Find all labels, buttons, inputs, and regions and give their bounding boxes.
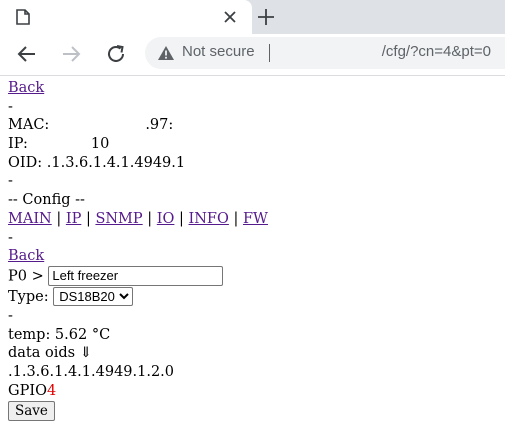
back-link[interactable]: Back bbox=[8, 248, 44, 264]
ip-row: IP: 10 bbox=[8, 135, 268, 154]
browser-toolbar: Not secure /cfg/?cn=4&pt=0 bbox=[0, 34, 505, 76]
close-tab-icon[interactable] bbox=[222, 9, 238, 25]
ip-value: 10 bbox=[90, 136, 110, 153]
browser-tab[interactable] bbox=[0, 0, 252, 34]
back-link[interactable]: Back bbox=[8, 80, 44, 96]
page-content: Back - MAC: .97: IP: 10 OID: .1.3.6.1.4.1.… bbox=[8, 79, 268, 422]
browser-chrome: Not secure /cfg/?cn=4&pt=0 bbox=[0, 0, 505, 76]
nav-link-main[interactable]: MAIN bbox=[8, 211, 52, 227]
mac-row: MAC: .97: bbox=[8, 116, 268, 135]
nav-separator: | bbox=[85, 210, 91, 227]
nav-separator: | bbox=[56, 210, 62, 227]
omnibox-divider bbox=[269, 44, 270, 62]
temperature-reading: temp: 5.62 °C bbox=[8, 326, 111, 343]
nav-link-info[interactable]: INFO bbox=[189, 211, 229, 227]
address-bar[interactable]: Not secure /cfg/?cn=4&pt=0 bbox=[145, 37, 505, 69]
gpio-label: GPIO bbox=[8, 382, 47, 399]
nav-separator: | bbox=[179, 210, 184, 227]
gpio-row: GPIO4 bbox=[8, 382, 268, 401]
forward-arrow-icon[interactable] bbox=[58, 41, 84, 67]
port-row: P0 > bbox=[8, 265, 268, 287]
nav-link-ip[interactable]: IP bbox=[66, 211, 81, 227]
dash-separator: - bbox=[8, 229, 13, 246]
mac-value: .97: bbox=[145, 117, 174, 134]
save-button[interactable]: Save bbox=[8, 401, 55, 422]
warning-icon[interactable] bbox=[157, 45, 175, 61]
ip-label: IP: bbox=[8, 136, 28, 153]
nav-separator: | bbox=[233, 210, 239, 227]
back-arrow-icon[interactable] bbox=[14, 41, 40, 67]
config-heading: -- Config -- bbox=[8, 192, 85, 209]
tab-strip bbox=[0, 0, 505, 34]
type-label: Type: bbox=[8, 288, 49, 305]
gpio-number: 4 bbox=[46, 382, 57, 399]
reload-icon[interactable] bbox=[103, 41, 129, 67]
port-name-input[interactable] bbox=[48, 265, 224, 286]
data-oids-label: data oids ⇓ bbox=[8, 345, 92, 362]
data-oid-value: .1.3.6.1.4.1.4949.1.2.0 bbox=[8, 363, 175, 380]
url-text[interactable]: /cfg/?cn=4&pt=0 bbox=[382, 43, 491, 60]
security-status-label[interactable]: Not secure bbox=[182, 43, 255, 60]
new-tab-icon[interactable] bbox=[255, 6, 277, 28]
config-nav: MAIN | IP | SNMP | IO | INFO | FW bbox=[8, 210, 268, 229]
sensor-type-select[interactable]: DS18B20 bbox=[53, 286, 134, 306]
mac-label: MAC: bbox=[8, 117, 50, 134]
nav-link-fw[interactable]: FW bbox=[243, 211, 268, 227]
dash-separator: - bbox=[8, 307, 13, 324]
oid-row: OID: .1.3.6.1.4.1.4949.1 bbox=[8, 154, 268, 173]
port-label: P0 > bbox=[8, 268, 44, 285]
dash-separator: - bbox=[8, 98, 13, 115]
nav-link-io[interactable]: IO bbox=[157, 211, 175, 227]
document-icon bbox=[16, 9, 30, 25]
oid-label: OID: bbox=[8, 154, 43, 171]
type-row: Type: DS18B20 bbox=[8, 286, 268, 307]
dash-separator: - bbox=[8, 173, 13, 190]
nav-link-snmp[interactable]: SNMP bbox=[95, 211, 142, 227]
oid-value: .1.3.6.1.4.1.4949.1 bbox=[46, 154, 186, 171]
nav-separator: | bbox=[147, 210, 153, 227]
